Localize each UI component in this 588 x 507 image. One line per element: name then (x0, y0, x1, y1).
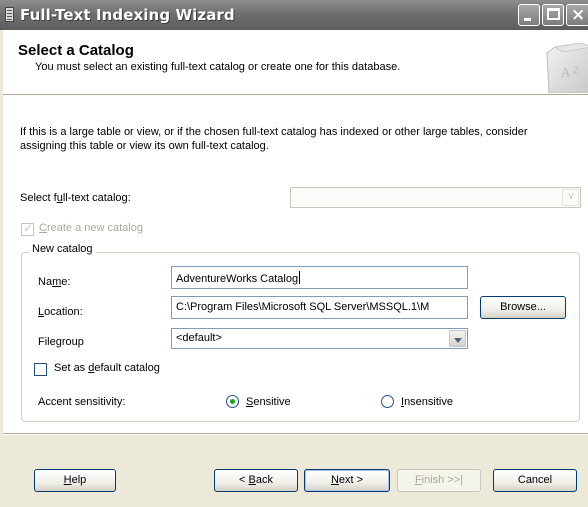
name-label-post: e: (61, 276, 71, 288)
help-label-mnemonic: H (63, 474, 72, 486)
location-input[interactable]: C:\Program Files\Microsoft SQL Server\MS… (171, 296, 468, 319)
name-label: Name: (38, 276, 70, 288)
name-input-value: AdventureWorks Catalog (176, 271, 301, 285)
cancel-button[interactable]: Cancel (493, 469, 577, 492)
accent-sensitivity-label: Accent sensitivity: (38, 396, 126, 408)
browse-button[interactable]: Browse... (480, 296, 566, 319)
sensitive-label-post: ensitive (253, 396, 291, 408)
finish-label-mnemonic: F (414, 474, 422, 486)
name-label-mnemonic: m (52, 276, 62, 288)
filegroup-value: <default> (176, 332, 222, 344)
name-input-text: AdventureWorks Catalog (176, 273, 299, 285)
catalog-az-icon: A Z (546, 43, 588, 93)
filegroup-label-pre: File (38, 336, 56, 348)
page-title: Select a Catalog (18, 42, 134, 59)
new-catalog-legend: New catalog (29, 243, 96, 255)
set-default-label-pre: Set as (54, 362, 89, 374)
help-button[interactable]: Help (34, 469, 116, 492)
back-label-post: ack (255, 474, 273, 486)
window-icon (5, 7, 14, 22)
chevron-down-icon: ∨ (567, 191, 575, 202)
wizard-window: Full-Text Indexing Wizard × Select a Cat… (0, 0, 588, 507)
close-icon: × (571, 5, 586, 25)
maximize-icon (547, 8, 560, 20)
set-default-label-post: efault catalog (94, 362, 160, 374)
next-label-post: ext > (338, 474, 364, 486)
maximize-button[interactable] (542, 4, 564, 26)
filegroup-dropdown-button[interactable] (449, 330, 466, 347)
create-new-label-mnemonic: C (39, 222, 47, 234)
title-bar[interactable]: Full-Text Indexing Wizard × (0, 0, 588, 30)
select-catalog-dropdown[interactable]: ∨ (290, 187, 581, 208)
sensitive-radio[interactable] (226, 395, 239, 408)
radio-selected-dot (230, 399, 235, 404)
back-button[interactable]: < Back (214, 469, 298, 492)
select-catalog-label-pre: Select f (20, 192, 57, 204)
select-catalog-label: Select full-text catalog: (20, 192, 131, 204)
location-input-value: C:\Program Files\Microsoft SQL Server\MS… (176, 301, 430, 313)
create-new-label-post: reate a new catalog (46, 222, 143, 234)
select-catalog-label-post: ll-text catalog: (62, 192, 131, 204)
next-button[interactable]: Next > (304, 469, 390, 492)
wizard-header: Select a Catalog You must select an exis… (3, 30, 588, 94)
insensitive-label-post: nsensitive (404, 396, 453, 408)
filegroup-dropdown[interactable]: <default> (171, 328, 468, 349)
page-subtitle: You must select an existing full-text ca… (35, 61, 401, 73)
location-label-post: ocation: (44, 306, 83, 318)
minimize-icon (524, 18, 531, 21)
back-label-mnemonic: B (248, 474, 256, 486)
info-text: If this is a large table or view, or if … (20, 126, 528, 152)
select-catalog-dropdown-button[interactable]: ∨ (562, 189, 579, 206)
finish-button[interactable]: Finish >>| (397, 469, 481, 492)
back-label-pre: < (239, 474, 249, 486)
set-default-catalog-checkbox[interactable] (34, 363, 47, 376)
minimize-button[interactable] (518, 4, 540, 26)
set-default-catalog-label: Set as default catalog (54, 362, 160, 374)
insensitive-radio[interactable] (381, 395, 394, 408)
location-label: Location: (38, 306, 83, 318)
create-new-catalog-label: Create a new catalog (39, 222, 143, 234)
checkmark-icon: ✓ (23, 221, 34, 235)
next-label-mnemonic: N (330, 474, 339, 486)
help-label-post: elp (71, 474, 87, 486)
name-label-pre: Na (38, 276, 53, 288)
sensitive-label: Sensitive (246, 396, 291, 408)
window-title: Full-Text Indexing Wizard (20, 6, 235, 24)
name-input[interactable]: AdventureWorks Catalog (171, 266, 468, 289)
chevron-down-icon (454, 338, 462, 343)
insensitive-label: Insensitive (401, 396, 453, 408)
wizard-footer: Help < Back Next > Finish >>| Cancel (3, 435, 588, 507)
finish-label-post: inish >>| (421, 474, 464, 486)
filegroup-label-post: roup (61, 336, 84, 348)
text-caret (299, 271, 301, 284)
filegroup-label: Filegroup (38, 336, 84, 348)
close-button[interactable]: × (566, 4, 588, 26)
create-new-catalog-checkbox[interactable]: ✓ (21, 221, 34, 236)
